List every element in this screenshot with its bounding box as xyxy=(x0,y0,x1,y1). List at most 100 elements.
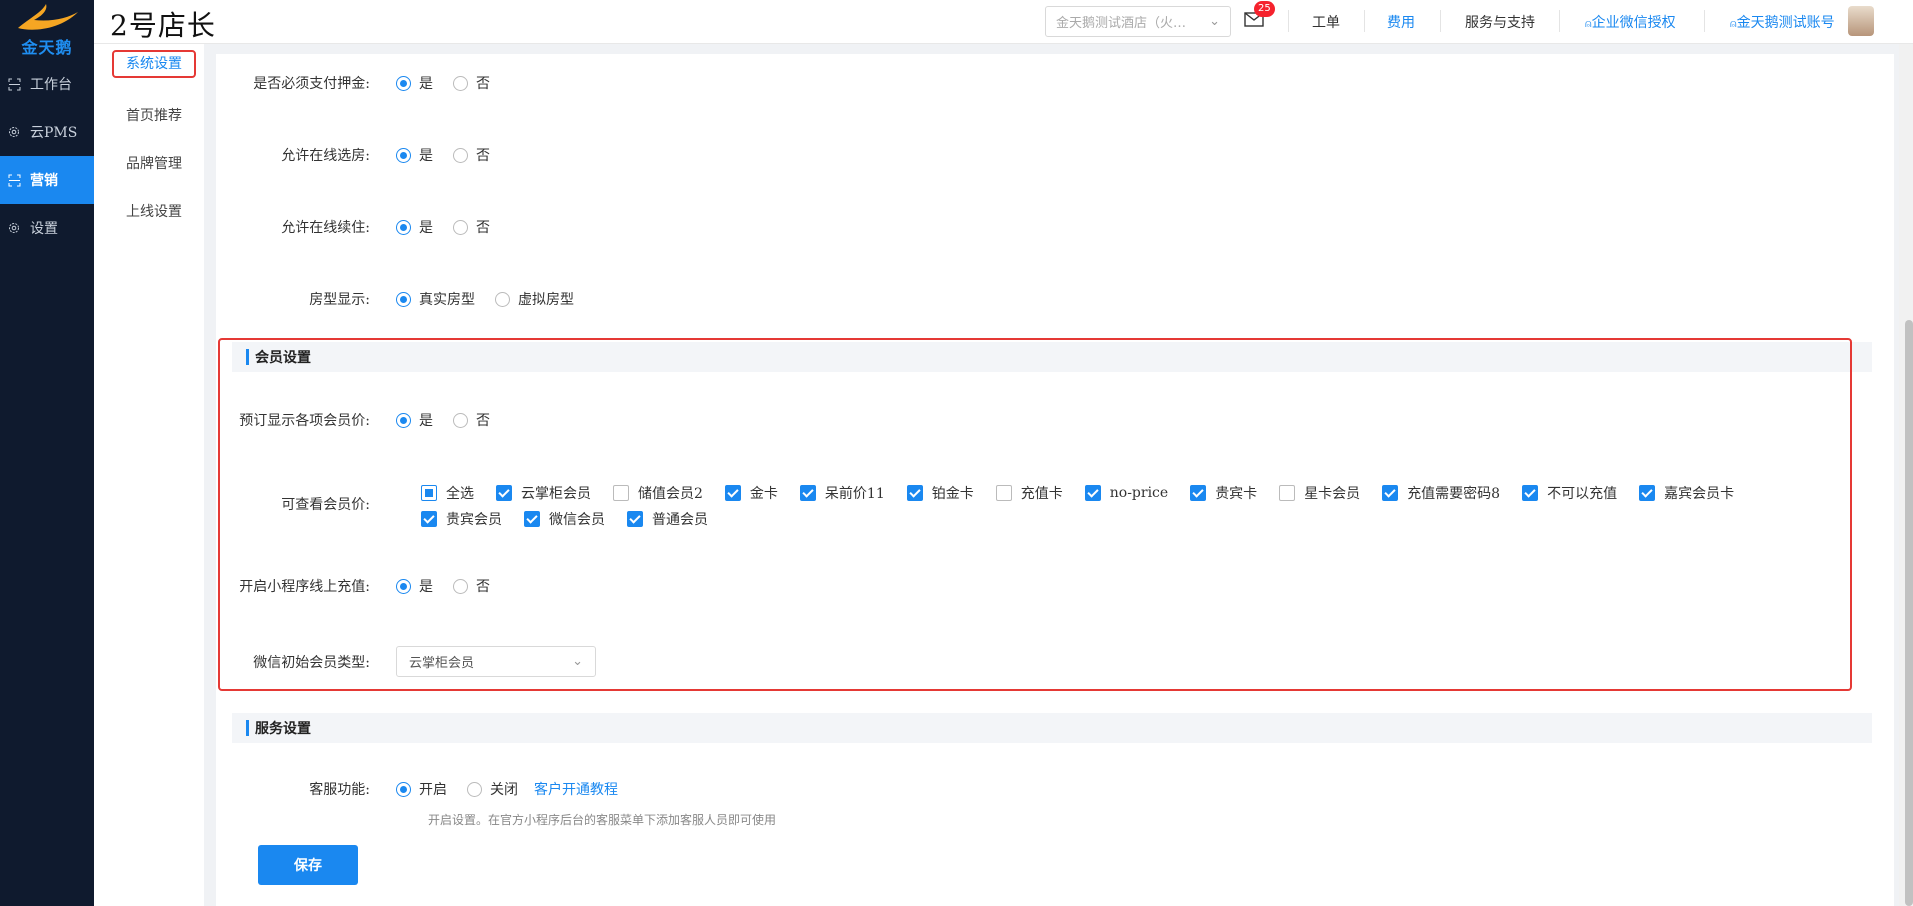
radio-virtual-room[interactable]: 虚拟房型 xyxy=(495,289,574,309)
radio-label: 否 xyxy=(476,579,490,595)
radio-no[interactable]: 否 xyxy=(453,73,490,93)
radio-on[interactable]: 开启 xyxy=(396,779,447,799)
workorder-link[interactable]: 工单 xyxy=(1312,12,1340,32)
subnav-brand-manage[interactable]: 品牌管理 xyxy=(112,150,196,178)
radio-dot xyxy=(396,781,411,797)
member-price-checkbox[interactable]: 贵宾卡 xyxy=(1190,483,1257,503)
hotel-select[interactable]: 金天鹅测试酒店（火… ⌄ xyxy=(1045,6,1231,37)
member-price-checkbox[interactable]: 云掌柜会员 xyxy=(496,483,591,503)
member-price-checkbox[interactable]: no-price xyxy=(1084,483,1168,503)
kefu-row: 客服功能: 开启 关闭 客户开通教程 xyxy=(216,779,618,799)
radio-dot xyxy=(453,75,468,91)
support-link[interactable]: 服务与支持 xyxy=(1465,12,1535,32)
checkbox-box xyxy=(1084,485,1101,501)
mail-count-badge: 25 xyxy=(1254,1,1275,17)
checkbox-label: 全选 xyxy=(446,486,474,502)
radio-yes[interactable]: 是 xyxy=(396,410,433,430)
avatar[interactable] xyxy=(1848,6,1874,36)
radio-no[interactable]: 否 xyxy=(453,145,490,165)
member-price-checkbox[interactable]: 微信会员 xyxy=(524,509,605,529)
top-bar: 2号店长 金天鹅测试酒店（火… ⌄ 25 工单 费用 服务与支持 ⍝企业微信授权… xyxy=(94,0,1913,44)
radio-label: 否 xyxy=(476,220,490,236)
divider xyxy=(1440,10,1441,32)
radio-label: 否 xyxy=(476,413,490,429)
field-label: 微信初始会员类型: xyxy=(253,654,370,671)
checkbox-label: 充值需要密码8 xyxy=(1407,486,1501,502)
radio-yes[interactable]: 是 xyxy=(396,217,433,237)
checkbox-box xyxy=(1382,485,1399,501)
radio-no[interactable]: 否 xyxy=(453,576,490,596)
subnav-online-settings[interactable]: 上线设置 xyxy=(112,198,196,226)
chevron-down-icon: ⌄ xyxy=(1209,14,1220,29)
checkbox-label: 铂金卡 xyxy=(931,486,974,502)
checkbox-box xyxy=(421,485,437,501)
account-link[interactable]: ⍝金天鹅测试账号 xyxy=(1730,12,1835,32)
member-price-checkbox[interactable]: 充值需要密码8 xyxy=(1382,483,1500,503)
scrollbar-thumb[interactable] xyxy=(1905,320,1913,906)
section-title: 会员设置 xyxy=(255,350,311,366)
member-price-checkbox[interactable]: 贵宾会员 xyxy=(421,509,502,529)
account-label: 金天鹅测试账号 xyxy=(1736,15,1835,31)
member-price-checkbox[interactable]: 金卡 xyxy=(724,483,778,503)
checkbox-box xyxy=(524,511,540,527)
select-value: 云掌柜会员 xyxy=(409,656,475,671)
subnav-home-recommend[interactable]: 首页推荐 xyxy=(112,102,196,130)
member-price-checkbox[interactable]: 全选 xyxy=(421,483,474,503)
radio-yes[interactable]: 是 xyxy=(396,576,433,596)
chevron-down-icon: ⌄ xyxy=(572,654,583,669)
member-price-checkbox[interactable]: 星卡会员 xyxy=(1279,483,1360,503)
nav-item-pms[interactable]: 云PMS xyxy=(0,108,94,156)
radio-label: 是 xyxy=(419,413,433,429)
member-price-checkbox[interactable]: 嘉宾会员卡 xyxy=(1639,483,1734,503)
radio-dot xyxy=(453,147,468,163)
divider xyxy=(1559,10,1560,32)
radio-dot xyxy=(453,578,468,594)
kefu-tutorial-link[interactable]: 客户开通教程 xyxy=(534,779,618,799)
radio-off[interactable]: 关闭 xyxy=(467,779,518,799)
nav-item-marketing[interactable]: 营销 xyxy=(0,156,94,204)
radio-yes[interactable]: 是 xyxy=(396,73,433,93)
radio-yes[interactable]: 是 xyxy=(396,145,433,165)
checkbox-box xyxy=(906,485,923,501)
field-label: 预订显示各项会员价: xyxy=(239,413,370,429)
radio-dot xyxy=(396,75,411,91)
radio-real-room[interactable]: 真实房型 xyxy=(396,289,475,309)
checkbox-label: 不可以充值 xyxy=(1547,486,1618,502)
radio-label: 是 xyxy=(419,579,433,595)
subnav-system-settings[interactable]: 系统设置 xyxy=(112,50,196,78)
workbench-icon xyxy=(6,76,22,92)
member-price-checkbox[interactable]: 储值会员2 xyxy=(613,483,703,503)
member-price-checkbox[interactable]: 普通会员 xyxy=(627,509,708,529)
wechat-auth-link[interactable]: ⍝企业微信授权 xyxy=(1585,12,1676,32)
member-price-checkbox[interactable]: 呆前价11 xyxy=(799,483,885,503)
field-label: 可查看会员价: xyxy=(281,497,370,513)
settings-icon xyxy=(6,220,22,236)
radio-no[interactable]: 否 xyxy=(453,217,490,237)
section-title: 服务设置 xyxy=(255,721,311,737)
wechat-member-type-select[interactable]: 云掌柜会员 ⌄ xyxy=(396,646,596,677)
left-nav: 金天鹅 工作台 云PMS 营销 设置 xyxy=(0,0,94,906)
nav-item-settings[interactable]: 设置 xyxy=(0,204,94,252)
checkbox-label: 金卡 xyxy=(749,486,778,502)
radio-label: 否 xyxy=(476,148,490,164)
member-price-checkbox[interactable]: 充值卡 xyxy=(995,483,1063,503)
radio-dot xyxy=(396,578,411,594)
save-button[interactable]: 保存 xyxy=(258,845,358,885)
member-price-checkbox[interactable]: 铂金卡 xyxy=(906,483,974,503)
checkbox-label: 云掌柜会员 xyxy=(521,486,591,502)
user-icon: ⍝ xyxy=(1730,17,1737,30)
radio-dot xyxy=(495,291,510,307)
checkbox-label: 星卡会员 xyxy=(1304,486,1361,502)
logo-text: 金天鹅 xyxy=(21,38,73,57)
fee-link[interactable]: 费用 xyxy=(1387,12,1415,32)
radio-label: 是 xyxy=(419,76,433,92)
radio-label: 否 xyxy=(476,76,490,92)
member-price-checkbox[interactable]: 不可以充值 xyxy=(1522,483,1617,503)
divider xyxy=(1704,10,1705,32)
radio-no[interactable]: 否 xyxy=(453,410,490,430)
logo-swan-icon xyxy=(18,4,78,30)
radio-dot xyxy=(396,219,411,235)
nav-item-workbench[interactable]: 工作台 xyxy=(0,60,94,108)
field-label: 开启小程序线上充值: xyxy=(239,579,370,595)
radio-dot xyxy=(453,219,468,235)
